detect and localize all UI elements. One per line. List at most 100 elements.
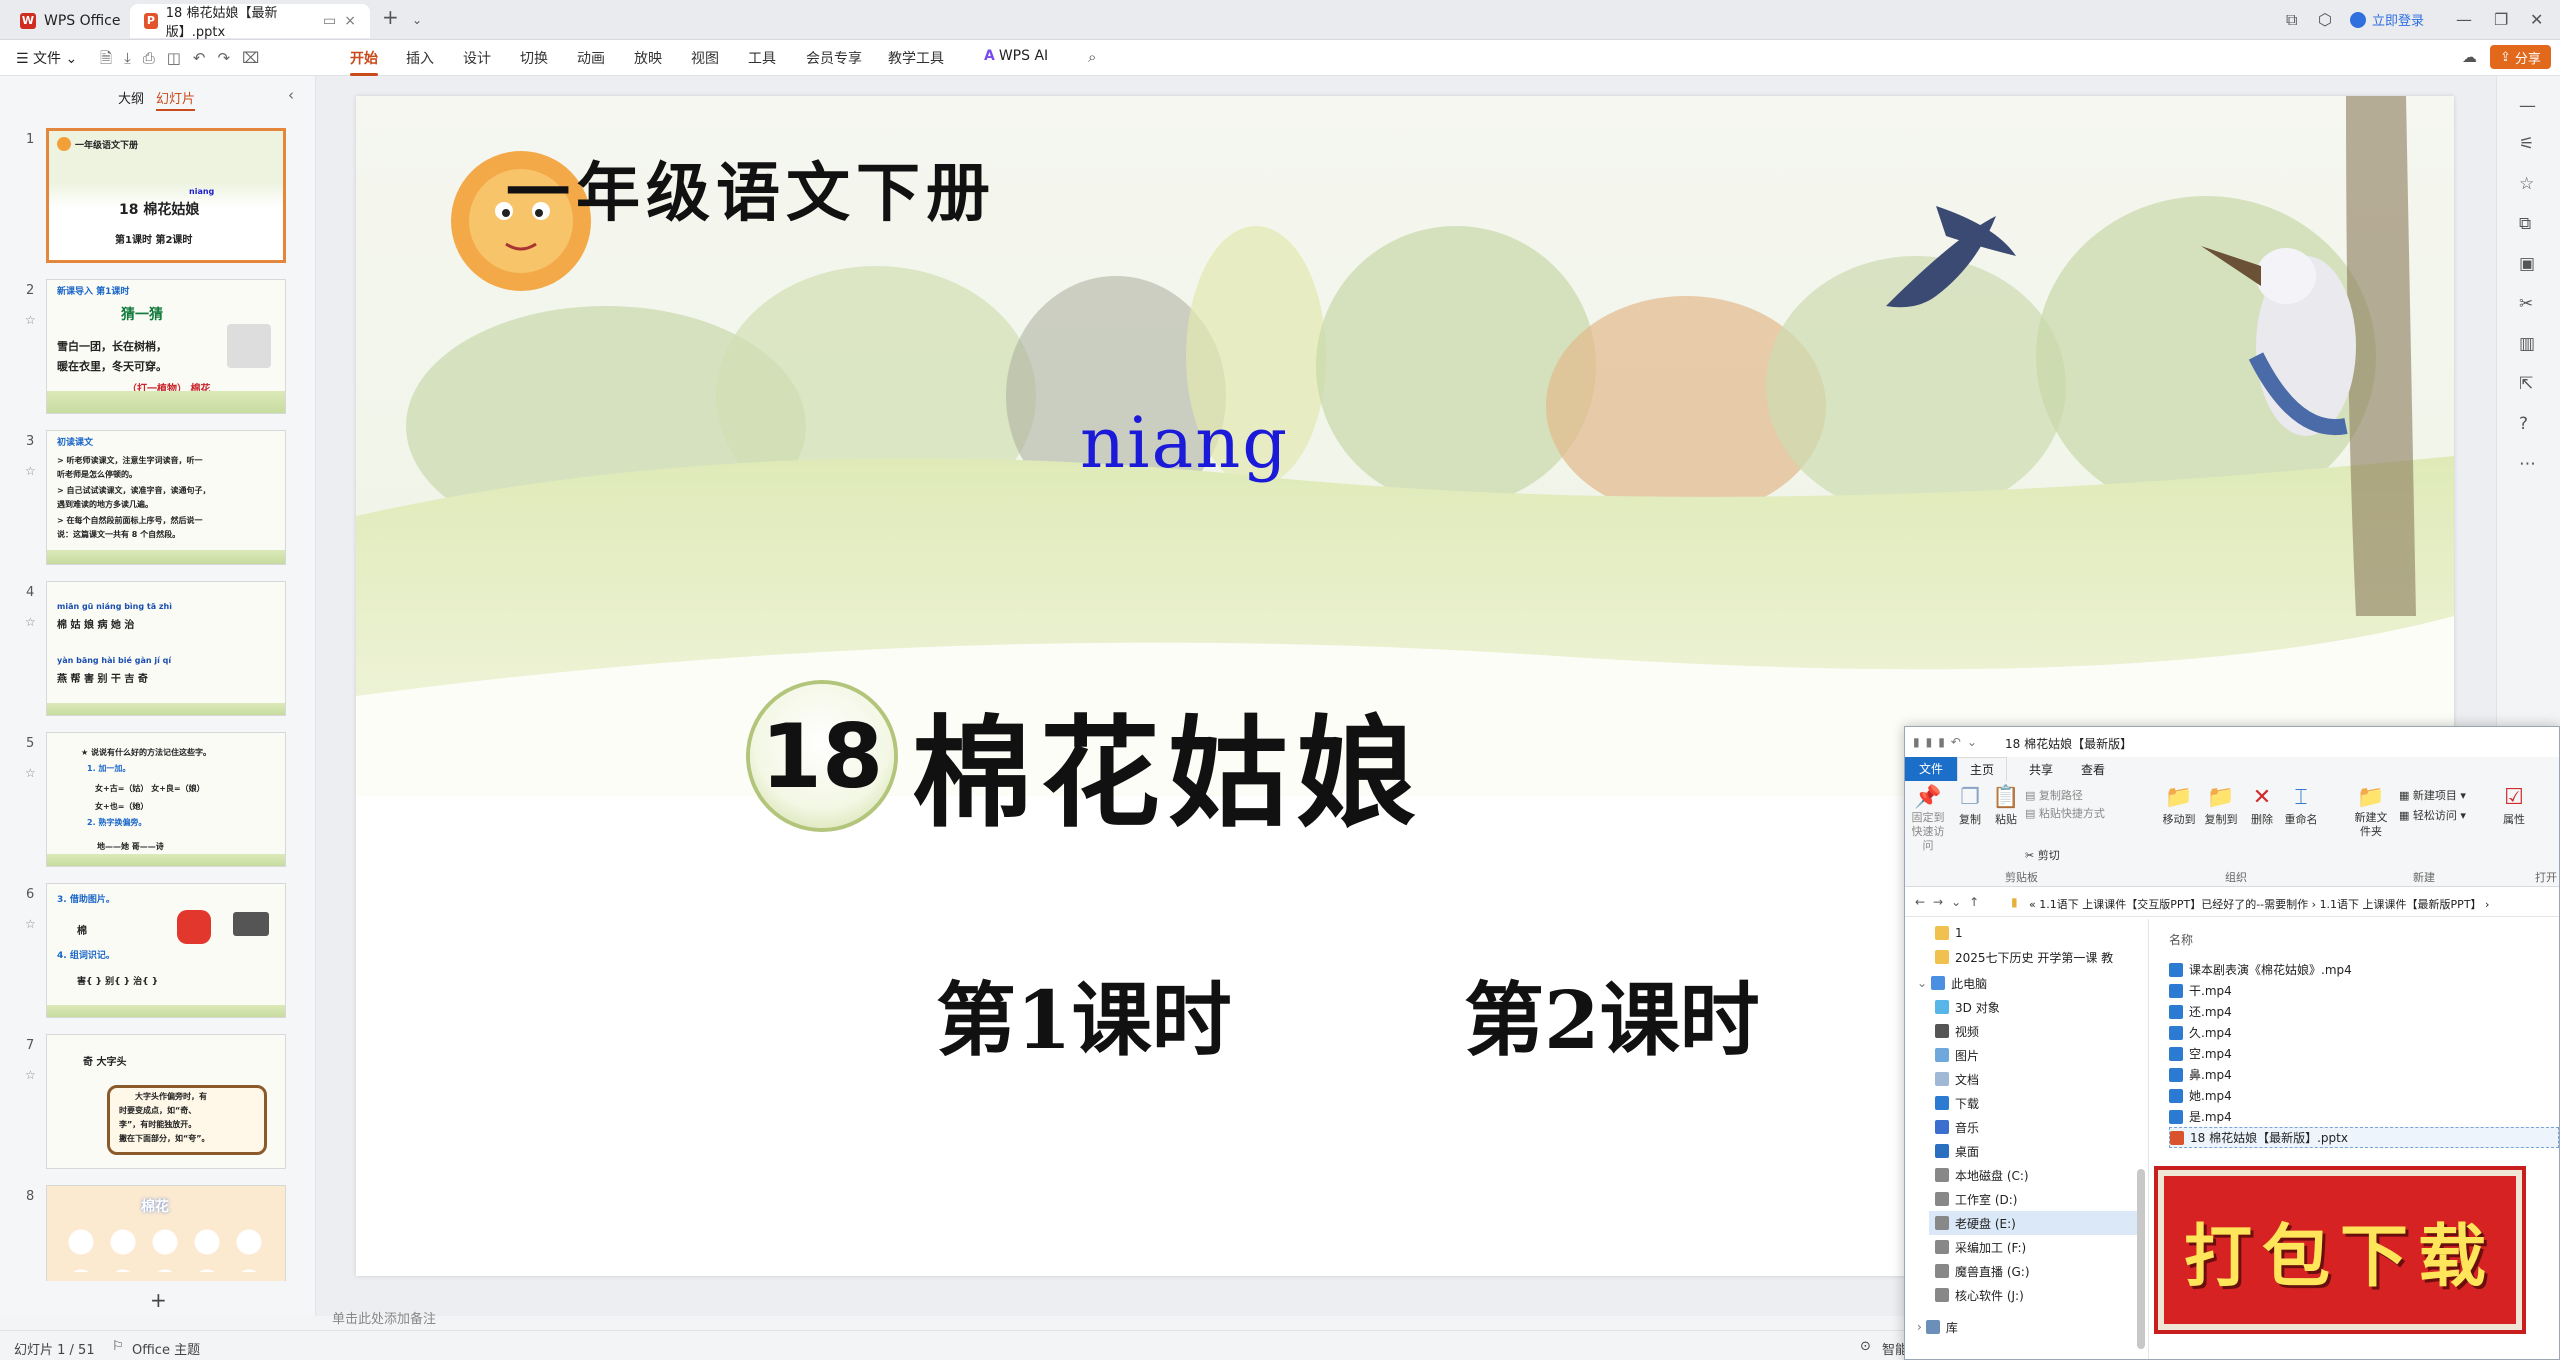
quick-access-toolbar[interactable]: 🗎⤓⎙◫↶↷⌧	[100, 48, 271, 73]
breadcrumb-item[interactable]: 1.1语下 上课课件【最新版PPT】	[2320, 898, 2482, 911]
chevron-down-icon[interactable]: ⌄	[412, 13, 422, 27]
format-painter-icon[interactable]: ⌧	[242, 49, 271, 67]
share-icon[interactable]: ⇱	[2519, 374, 2533, 394]
slide-thumbnail-row[interactable]: 7 ☆ 奇 大字头 大字头作偏旁时，有 时要变成点，如“奇、 李”，有时能独放开…	[0, 1034, 316, 1174]
delete-button[interactable]: ✕ 删除	[2247, 785, 2277, 827]
nav-item[interactable]: 音乐	[1935, 1115, 2175, 1139]
cut-button[interactable]: ✂ 剪切	[2025, 847, 2060, 863]
star-icon[interactable]: ☆	[25, 313, 36, 327]
nav-item[interactable]: 1	[1935, 921, 2175, 945]
star-icon[interactable]: ☆	[25, 615, 36, 629]
file-menu[interactable]: ☰ 文件 ⌄	[16, 48, 77, 68]
wps-home-tab[interactable]: W WPS Office	[6, 4, 135, 38]
tab-design[interactable]: 设计	[463, 48, 491, 68]
export-icon[interactable]: ⤓	[124, 49, 143, 67]
search-icon[interactable]: ⌕	[1088, 48, 1096, 66]
slide-thumbnail[interactable]: 一年级语文下册 niang 18 棉花姑娘 第1课时 第2课时	[46, 128, 286, 263]
pinyin-annotation[interactable]: niang	[1080, 402, 1289, 484]
login-button[interactable]: 立即登录	[2350, 10, 2424, 29]
slide-thumbnail[interactable]: ★ 说说有什么好的方法记住这些字。 1. 加一加。 女+古=（姑） 女+良=（娘…	[46, 732, 286, 867]
slide-thumbnail-row[interactable]: 5 ☆ ★ 说说有什么好的方法记住这些字。 1. 加一加。 女+古=（姑） 女+…	[0, 732, 316, 872]
tab-outline[interactable]: 大纲	[118, 88, 144, 107]
slide-thumbnail[interactable]: 棉花	[46, 1185, 286, 1281]
slide-thumbnail-row[interactable]: 6 ☆ 3. 借助图片。 棉 4. 组词识记。 害{ } 别{ } 治{ }	[0, 883, 316, 1023]
nav-item[interactable]: 桌面	[1935, 1139, 2175, 1163]
tab-insert[interactable]: 插入	[406, 48, 434, 68]
document-tab[interactable]: P 18 棉花姑娘【最新版】.pptx ▭ ×	[130, 4, 370, 40]
file-item[interactable]: 久.mp4	[2169, 1022, 2559, 1043]
slide-thumbnail[interactable]: 奇 大字头 大字头作偏旁时，有 时要变成点，如“奇、 李”，有时能独放开。 撇在…	[46, 1034, 286, 1169]
redo-icon[interactable]: ↷	[217, 49, 242, 67]
properties-button[interactable]: ☑ 属性	[2499, 785, 2529, 827]
nav-item-selected[interactable]: 老硬盘 (E:)	[1929, 1211, 2139, 1235]
star-icon[interactable]: ☆	[25, 766, 36, 780]
slide-thumbnail-row[interactable]: 8 棉花	[0, 1185, 316, 1281]
rename-button[interactable]: ⌶ 重命名	[2283, 785, 2319, 827]
tab-slides[interactable]: 幻灯片	[156, 88, 196, 111]
nav-item-this-pc[interactable]: ⌄ 此电脑	[1917, 971, 2157, 995]
undo-icon[interactable]: ↶	[193, 49, 218, 67]
slide-thumbnail[interactable]: miān gū niáng bìng tā zhì 棉 姑 娘 病 她 治 yà…	[46, 581, 286, 716]
new-tab-button[interactable]: +	[382, 5, 399, 29]
add-slide-button[interactable]: +	[150, 1288, 167, 1312]
period-1-link[interactable]: 第1课时	[936, 956, 1232, 1072]
adjust-icon[interactable]: ⚟	[2519, 134, 2534, 154]
nav-scrollbar[interactable]	[2137, 1169, 2145, 1349]
slide-thumbnail-row[interactable]: 4 ☆ miān gū niáng bìng tā zhì 棉 姑 娘 病 她 …	[0, 581, 316, 721]
theme-icon[interactable]: ⚐	[112, 1339, 124, 1354]
quick-access-icons[interactable]: ▮▮▮↶⌄	[1913, 735, 1983, 749]
smart-icon[interactable]: ⊙	[1860, 1339, 1871, 1354]
slide-thumbnail-row[interactable]: 2 ☆ 新课导入 第1课时 猜一猜 雪白一团，长在树梢， 暖在衣里，冬天可穿。 …	[0, 279, 316, 419]
cloud-sync-icon[interactable]: ☁	[2462, 48, 2477, 66]
copy-button[interactable]: ❐ 复制	[1955, 785, 1985, 827]
window-layout-icon[interactable]: ⧉	[2286, 10, 2297, 30]
star-icon[interactable]: ☆	[2519, 174, 2534, 194]
tab-home[interactable]: 主页	[1957, 757, 2007, 782]
copy-to-button[interactable]: 📁 复制到	[2203, 785, 2239, 827]
tab-view[interactable]: 视图	[691, 48, 719, 68]
tab-transition[interactable]: 切换	[520, 48, 548, 68]
more-icon[interactable]: ⋯	[2519, 454, 2536, 474]
file-item-selected[interactable]: 18 棉花姑娘【最新版】.pptx	[2169, 1127, 2559, 1148]
pin-quick-access-button[interactable]: 📌 固定到快速访问	[1909, 785, 1947, 853]
file-item[interactable]: 鼻.mp4	[2169, 1064, 2559, 1085]
notes-area[interactable]: 单击此处添加备注	[316, 1302, 2116, 1328]
lesson-title[interactable]: 棉花姑娘	[912, 676, 1424, 850]
star-icon[interactable]: ☆	[25, 464, 36, 478]
paste-shortcut-button[interactable]: ▤ 粘贴快捷方式	[2025, 805, 2105, 821]
breadcrumb-item[interactable]: 1.1语下 上课课件【交互版PPT】已经好了的--需要制作	[2039, 898, 2308, 911]
file-item[interactable]: 课本剧表演《棉花姑娘》.mp4	[2169, 959, 2559, 980]
slide-header[interactable]: 一年级语文下册	[506, 142, 996, 234]
theme-label[interactable]: Office 主题	[132, 1339, 200, 1358]
file-item[interactable]: 空.mp4	[2169, 1043, 2559, 1064]
file-item[interactable]: 还.mp4	[2169, 1001, 2559, 1022]
star-icon[interactable]: ☆	[25, 1068, 36, 1082]
camera-icon[interactable]: ▣	[2519, 254, 2535, 274]
print-icon[interactable]: ⎙	[143, 49, 167, 67]
nav-item-library[interactable]: › 库	[1917, 1315, 2157, 1339]
nav-item[interactable]: 文档	[1935, 1067, 2175, 1091]
wps-ai-button[interactable]: A WPS AI	[984, 48, 1048, 64]
skin-icon[interactable]: ⬡	[2318, 10, 2332, 29]
lesson-number-badge[interactable]: 18	[750, 684, 894, 828]
tab-teaching-tools[interactable]: 教学工具	[888, 48, 944, 68]
new-folder-button[interactable]: 📁 新建文件夹	[2351, 785, 2391, 839]
copy-path-button[interactable]: ▤ 复制路径	[2025, 787, 2083, 803]
share-button[interactable]: ⇪ 分享	[2490, 45, 2551, 69]
address-bar[interactable]: ←→⌄↑ ▮ « 1.1语下 上课课件【交互版PPT】已经好了的--需要制作 ›…	[1905, 889, 2559, 917]
nav-item[interactable]: 视频	[1935, 1019, 2175, 1043]
nav-item[interactable]: 3D 对象	[1935, 995, 2175, 1019]
close-tab-icon[interactable]: ×	[344, 13, 356, 29]
nav-item[interactable]: 图片	[1935, 1043, 2175, 1067]
tab-tools[interactable]: 工具	[748, 48, 776, 68]
easy-access-button[interactable]: ▦ 轻松访问 ▾	[2399, 807, 2466, 823]
preview-icon[interactable]: ◫	[167, 49, 193, 67]
period-2-link[interactable]: 第2课时	[1464, 956, 1760, 1072]
slide-thumbnail-row[interactable]: 1 一年级语文下册 niang 18 棉花姑娘 第1课时 第2课时	[0, 128, 316, 268]
file-item[interactable]: 干.mp4	[2169, 980, 2559, 1001]
slide-thumbnail[interactable]: 3. 借助图片。 棉 4. 组词识记。 害{ } 别{ } 治{ }	[46, 883, 286, 1018]
file-item[interactable]: 是.mp4	[2169, 1106, 2559, 1127]
tab-member[interactable]: 会员专享	[806, 48, 862, 68]
file-item[interactable]: 她.mp4	[2169, 1085, 2559, 1106]
slide-thumbnail[interactable]: 初读课文 > 听老师读课文，注意生字词读音，听一 听老师是怎么停顿的。 > 自己…	[46, 430, 286, 565]
